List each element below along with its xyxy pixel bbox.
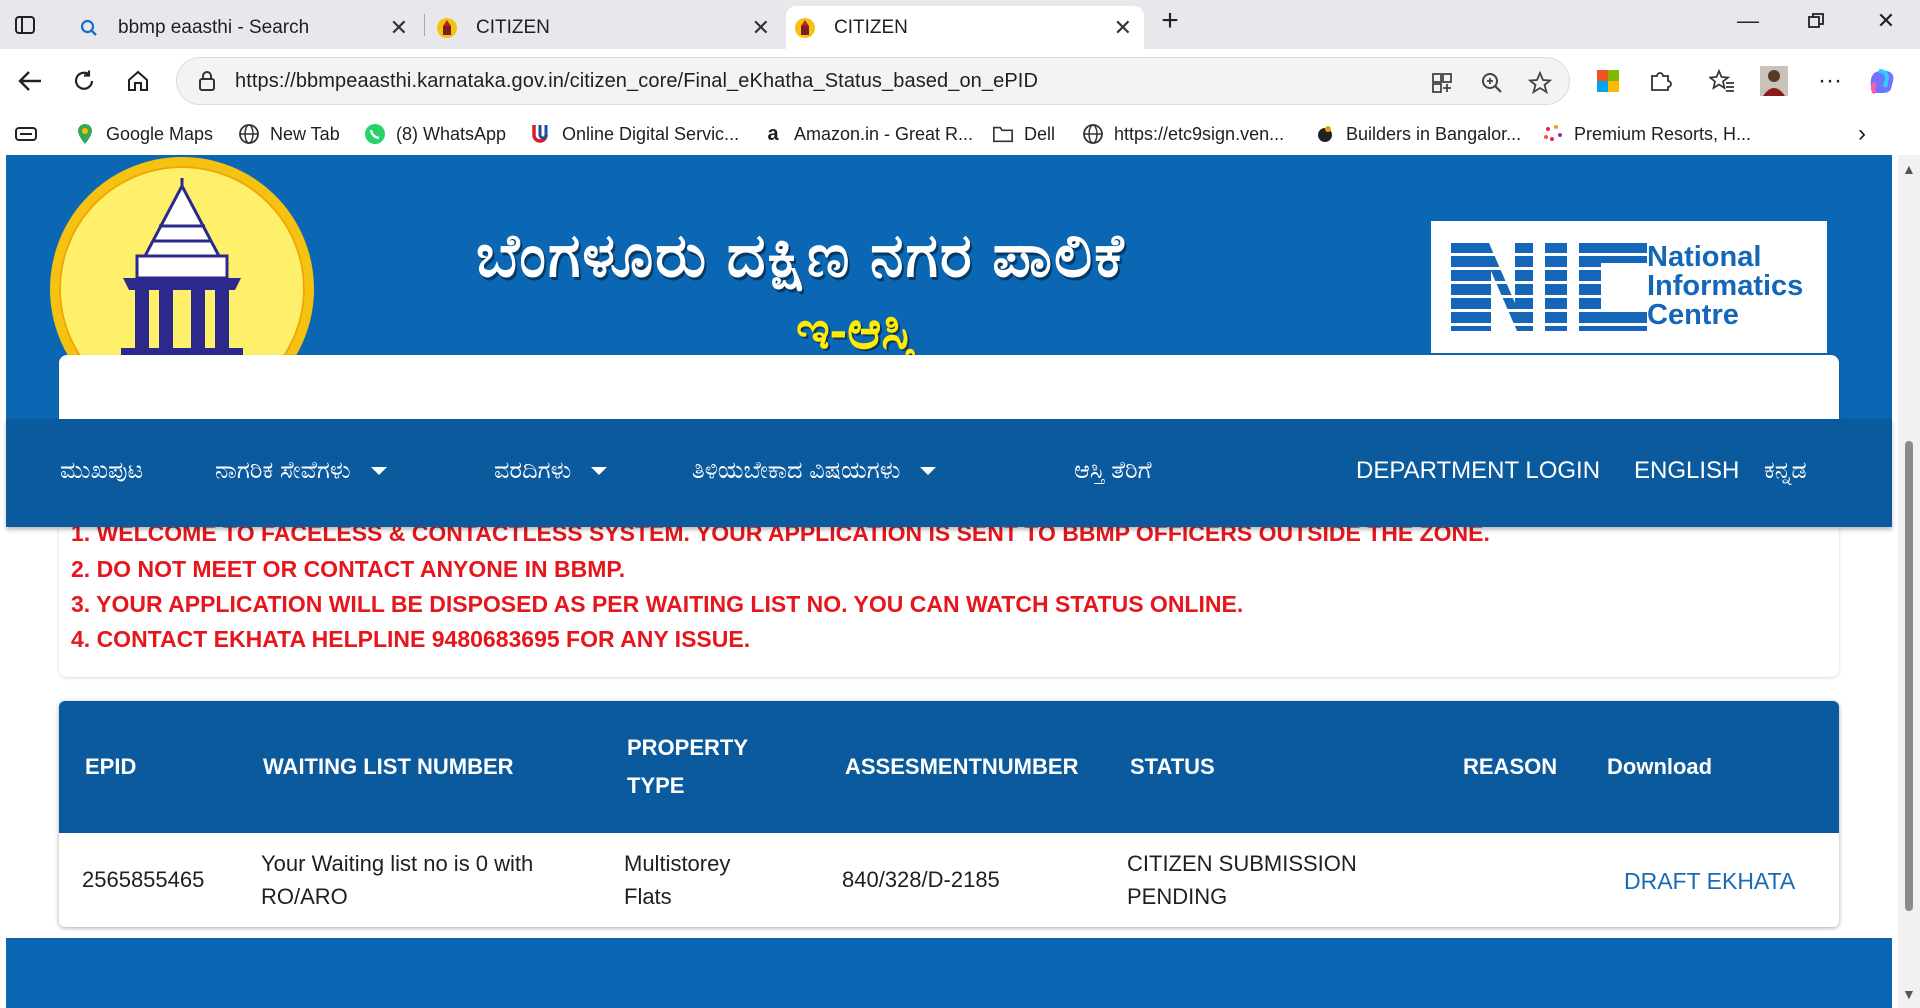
globe-icon <box>1082 123 1104 145</box>
site-subtitle: ಇ-ಆಸ್ತಿ <box>796 302 914 360</box>
globe-icon <box>238 123 260 145</box>
column-header-waiting-list: WAITING LIST NUMBER <box>263 754 514 779</box>
minimize-button[interactable]: — <box>1728 8 1768 34</box>
cell-property-type: Multistorey Flats <box>624 851 731 909</box>
bookmarks-overflow-chevron-icon[interactable]: › <box>1858 119 1866 149</box>
bookmark-amazon[interactable]: a Amazon.in - Great R... <box>762 119 973 149</box>
bbmp-favicon-icon <box>436 17 458 39</box>
home-button[interactable] <box>122 65 154 97</box>
site-title: ಬೆಂಗಳೂರು ದಕ್ಷಿಣ ನಗರ ಪಾಲಿಕೆ <box>476 222 1126 289</box>
cell-waiting-list: Your Waiting list no is 0 with RO/ARO <box>261 851 534 909</box>
tab-citizen-active[interactable]: CITIZEN ✕ <box>786 6 1144 49</box>
column-header-status: STATUS <box>1130 754 1215 779</box>
builders-favicon-icon <box>1314 123 1336 145</box>
browser-toolbar: https://bbmpeaasthi.karnataka.gov.in/cit… <box>0 49 1920 113</box>
nav-department-login[interactable]: DEPARTMENT LOGIN <box>1356 457 1600 485</box>
bookmark-dell-folder[interactable]: Dell <box>992 119 1055 149</box>
chevron-down-icon <box>920 467 937 475</box>
back-button[interactable] <box>14 65 46 97</box>
profile-avatar[interactable] <box>1758 65 1790 97</box>
table-header: EPID WAITING LIST NUMBER PROPERTY TYPE A… <box>59 701 1839 833</box>
bookmarks-menu-icon[interactable] <box>14 119 38 149</box>
nav-property-tax[interactable]: ಆಸ್ತಿ ತೆರಿಗೆ <box>1074 457 1152 485</box>
tab-divider <box>424 14 425 36</box>
app-available-icon[interactable] <box>1429 70 1455 96</box>
nav-citizen-services[interactable]: ನಾಗರಿಕ ಸೇವೆಗಳು <box>215 457 387 485</box>
site-footer <box>6 938 1892 1008</box>
nav-home[interactable]: ಮುಖಪುಟ <box>60 457 143 485</box>
bbmp-favicon-icon <box>794 17 816 39</box>
chevron-down-icon <box>370 467 387 475</box>
cell-status: CITIZEN SUBMISSION PENDING <box>1127 851 1357 909</box>
notice-line: 3. YOUR APPLICATION WILL BE DISPOSED AS … <box>71 591 1244 617</box>
scroll-up-icon[interactable]: ▲ <box>1902 161 1916 177</box>
more-options-icon[interactable]: ··· <box>1814 65 1846 97</box>
draft-ekhata-link[interactable]: DRAFT EKHATA <box>1624 865 1795 898</box>
notice-line: 2. DO NOT MEET OR CONTACT ANYONE IN BBMP… <box>71 556 626 582</box>
close-window-button[interactable]: ✕ <box>1866 8 1906 34</box>
page-viewport: ಬೆಂಗಳೂರು ದಕ್ಷಿಣ ನಗರ ಪಾಲಿಕೆ ಇ-ಆಸ್ತಿ Natio… <box>0 155 1920 1008</box>
search-icon <box>78 17 100 39</box>
tab-title: CITIZEN <box>476 16 550 38</box>
page-scrollbar[interactable]: ▲ ▼ <box>1898 155 1920 1008</box>
whatsapp-icon <box>364 123 386 145</box>
folder-icon <box>992 123 1014 145</box>
zoom-icon[interactable] <box>1479 70 1505 96</box>
chevron-down-icon <box>591 467 608 475</box>
main-nav: ಮುಖಪುಟ ನಾಗರಿಕ ಸೇವೆಗಳು ವರದಿಗಳು ತಿಳಿಯಬೇಕಾದ… <box>6 419 1892 527</box>
close-tab-icon[interactable]: ✕ <box>752 15 770 41</box>
nav-kannada[interactable]: ಕನ್ನಡ <box>1764 457 1807 485</box>
cell-epid: 2565855465 <box>82 867 205 892</box>
address-bar[interactable]: https://bbmpeaasthi.karnataka.gov.in/cit… <box>176 57 1570 105</box>
sidebar-icon <box>14 14 36 42</box>
tab-title: CITIZEN <box>834 16 908 38</box>
extensions-puzzle-icon[interactable] <box>1644 65 1676 97</box>
nic-wordmark: National Informatics Centre <box>1647 241 1804 331</box>
map-pin-icon <box>74 123 96 145</box>
sidebar-toggle-button[interactable] <box>14 6 50 49</box>
favorite-star-icon[interactable] <box>1527 70 1553 96</box>
close-tab-icon[interactable]: ✕ <box>1114 15 1132 41</box>
close-tab-icon[interactable]: ✕ <box>390 15 408 41</box>
column-header-property-type: PROPERTY TYPE <box>627 735 749 798</box>
reload-button[interactable] <box>68 65 100 97</box>
column-header-reason: REASON <box>1463 754 1558 779</box>
status-table: EPID WAITING LIST NUMBER PROPERTY TYPE A… <box>59 701 1839 927</box>
resorts-favicon-icon <box>1542 123 1564 145</box>
bookmark-new-tab[interactable]: New Tab <box>238 119 340 149</box>
favorites-icon[interactable] <box>1706 65 1738 97</box>
nav-english[interactable]: ENGLISH <box>1634 457 1739 485</box>
tab-title: bbmp eaasthi - Search <box>118 16 310 38</box>
browser-tab-bar: bbmp eaasthi - Search ✕ CITIZEN ✕ CITIZE… <box>0 0 1920 49</box>
copilot-icon[interactable] <box>1866 65 1898 97</box>
bookmark-google-maps[interactable]: Google Maps <box>74 119 213 149</box>
amazon-icon: a <box>767 122 779 145</box>
bookmark-whatsapp[interactable]: (8) WhatsApp <box>364 119 506 149</box>
new-tab-button[interactable]: + <box>1150 4 1190 38</box>
scroll-down-icon[interactable]: ▼ <box>1902 986 1916 1002</box>
site-info-icon[interactable] <box>195 69 219 93</box>
restore-button[interactable] <box>1796 8 1836 36</box>
column-header-assessment-number: ASSESMENTNUMBER <box>845 754 1079 779</box>
tab-search[interactable]: bbmp eaasthi - Search ✕ <box>68 6 420 49</box>
notice-line: 4. CONTACT EKHATA HELPLINE 9480683695 FO… <box>71 626 751 652</box>
column-header-download: Download <box>1607 754 1713 779</box>
scrollbar-thumb[interactable] <box>1905 441 1913 911</box>
bookmark-builders[interactable]: Builders in Bangalor... <box>1314 119 1521 149</box>
bookmark-online-digital[interactable]: Online Digital Servic... <box>530 119 739 149</box>
nav-things-to-know[interactable]: ತಿಳಿಯಬೇಕಾದ ವಿಷಯಗಳು <box>692 457 937 485</box>
nic-mark-icon <box>1451 243 1647 331</box>
table-row: 2565855465 Your Waiting list no is 0 wit… <box>59 833 1839 927</box>
nic-logo[interactable]: National Informatics Centre <box>1431 221 1827 353</box>
cell-assessment-number: 840/328/D-2185 <box>842 867 1000 892</box>
union-bank-icon <box>530 123 552 145</box>
bookmark-etc9sign[interactable]: https://etc9sign.ven... <box>1082 119 1284 149</box>
extension-colorful-icon[interactable] <box>1592 65 1624 97</box>
nav-reports[interactable]: ವರದಿಗಳು <box>494 457 608 485</box>
bookmark-premium-resorts[interactable]: Premium Resorts, H... <box>1542 119 1751 149</box>
url-text: https://bbmpeaasthi.karnataka.gov.in/cit… <box>235 69 1038 92</box>
column-header-epid: EPID <box>85 754 137 779</box>
bookmarks-bar: Google Maps New Tab (8) WhatsApp Online … <box>0 113 1920 155</box>
tab-citizen[interactable]: CITIZEN ✕ <box>430 6 782 49</box>
